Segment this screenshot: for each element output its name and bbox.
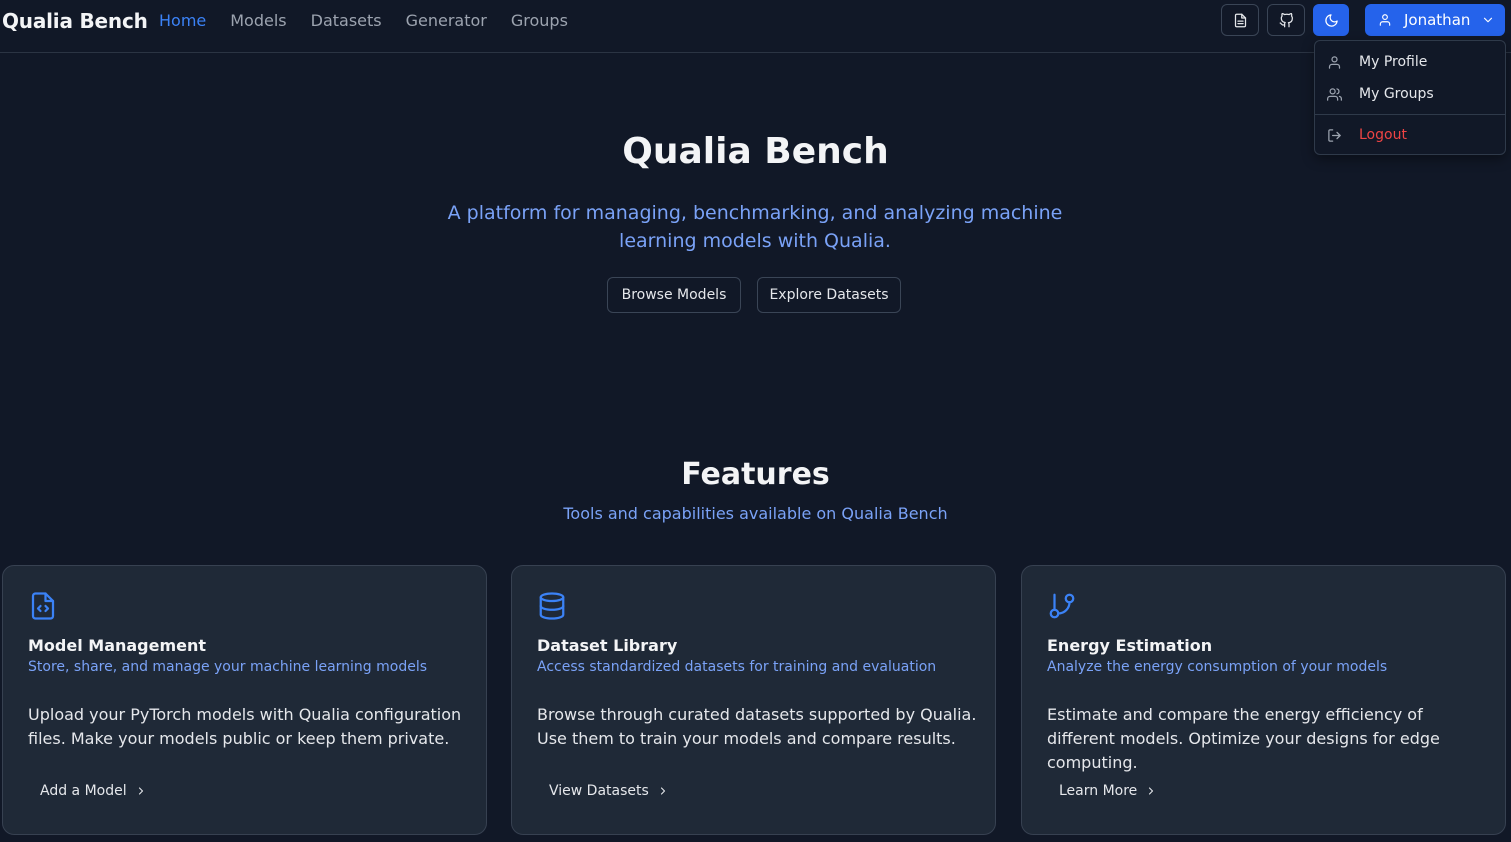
learn-more-link[interactable]: Learn More [1059, 783, 1157, 799]
feature-card-energy-estimation: Energy Estimation Analyze the energy con… [1021, 565, 1506, 835]
feature-card-model-management: Model Management Store, share, and manag… [2, 565, 487, 835]
git-branch-icon [1047, 591, 1077, 625]
card-subtitle: Analyze the energy consumption of your m… [1047, 659, 1388, 675]
menu-divider [1315, 114, 1505, 115]
features-title: Features [681, 457, 830, 492]
github-button[interactable] [1267, 4, 1305, 36]
card-title: Dataset Library [537, 636, 678, 655]
chevron-right-icon [660, 787, 665, 795]
docs-button[interactable] [1221, 4, 1259, 36]
nav-models[interactable]: Models [230, 11, 286, 31]
user-name: Jonathan [1404, 11, 1471, 29]
link-label: Learn More [1059, 783, 1138, 799]
card-description: Estimate and compare the energy efficien… [1047, 705, 1440, 772]
file-code-icon [28, 591, 58, 625]
nav-groups[interactable]: Groups [511, 11, 568, 31]
users-icon [1327, 87, 1342, 101]
hero-subtitle: A platform for managing, benchmarking, a… [447, 202, 1063, 252]
view-datasets-link[interactable]: View Datasets [549, 783, 669, 799]
document-icon [1234, 13, 1246, 27]
card-description: Browse through curated datasets supporte… [537, 705, 977, 748]
hero-title: Qualia Bench [622, 131, 889, 172]
user-icon [1379, 14, 1391, 26]
link-label: Add a Model [40, 783, 127, 799]
menu-item-label: My Profile [1359, 54, 1428, 70]
nav-datasets[interactable]: Datasets [311, 11, 382, 31]
main-nav: Home Models Datasets Generator Groups [159, 11, 592, 31]
chevron-right-icon [1149, 787, 1154, 795]
features-subtitle: Tools and capabilities available on Qual… [563, 504, 948, 523]
card-subtitle: Access standardized datasets for trainin… [537, 659, 937, 675]
card-title: Model Management [28, 636, 207, 655]
chevron-down-icon [1483, 17, 1493, 23]
chevron-right-icon [138, 787, 143, 795]
top-navigation-bar: Qualia Bench Home Models Datasets Genera… [0, 0, 1511, 53]
link-label: View Datasets [549, 783, 649, 799]
explore-datasets-button[interactable]: Explore Datasets [757, 277, 901, 313]
theme-toggle-button[interactable] [1313, 4, 1349, 36]
card-title: Energy Estimation [1047, 636, 1213, 655]
card-description: Upload your PyTorch models with Qualia c… [28, 705, 462, 748]
menu-item-label: My Groups [1359, 86, 1434, 102]
moon-icon [1324, 13, 1338, 27]
nav-generator[interactable]: Generator [406, 11, 487, 31]
feature-card-dataset-library: Dataset Library Access standardized data… [511, 565, 996, 835]
github-icon [1279, 12, 1293, 27]
menu-item-my-profile[interactable]: My Profile [1315, 47, 1505, 77]
card-subtitle: Store, share, and manage your machine le… [28, 659, 428, 675]
menu-item-my-groups[interactable]: My Groups [1315, 79, 1505, 109]
user-menu-button[interactable]: Jonathan [1365, 4, 1505, 36]
nav-home[interactable]: Home [159, 11, 206, 31]
add-model-link[interactable]: Add a Model [40, 783, 147, 799]
user-icon [1328, 55, 1341, 69]
browse-models-button[interactable]: Browse Models [607, 277, 741, 313]
brand-logo[interactable]: Qualia Bench [2, 9, 148, 33]
database-icon [537, 591, 567, 625]
